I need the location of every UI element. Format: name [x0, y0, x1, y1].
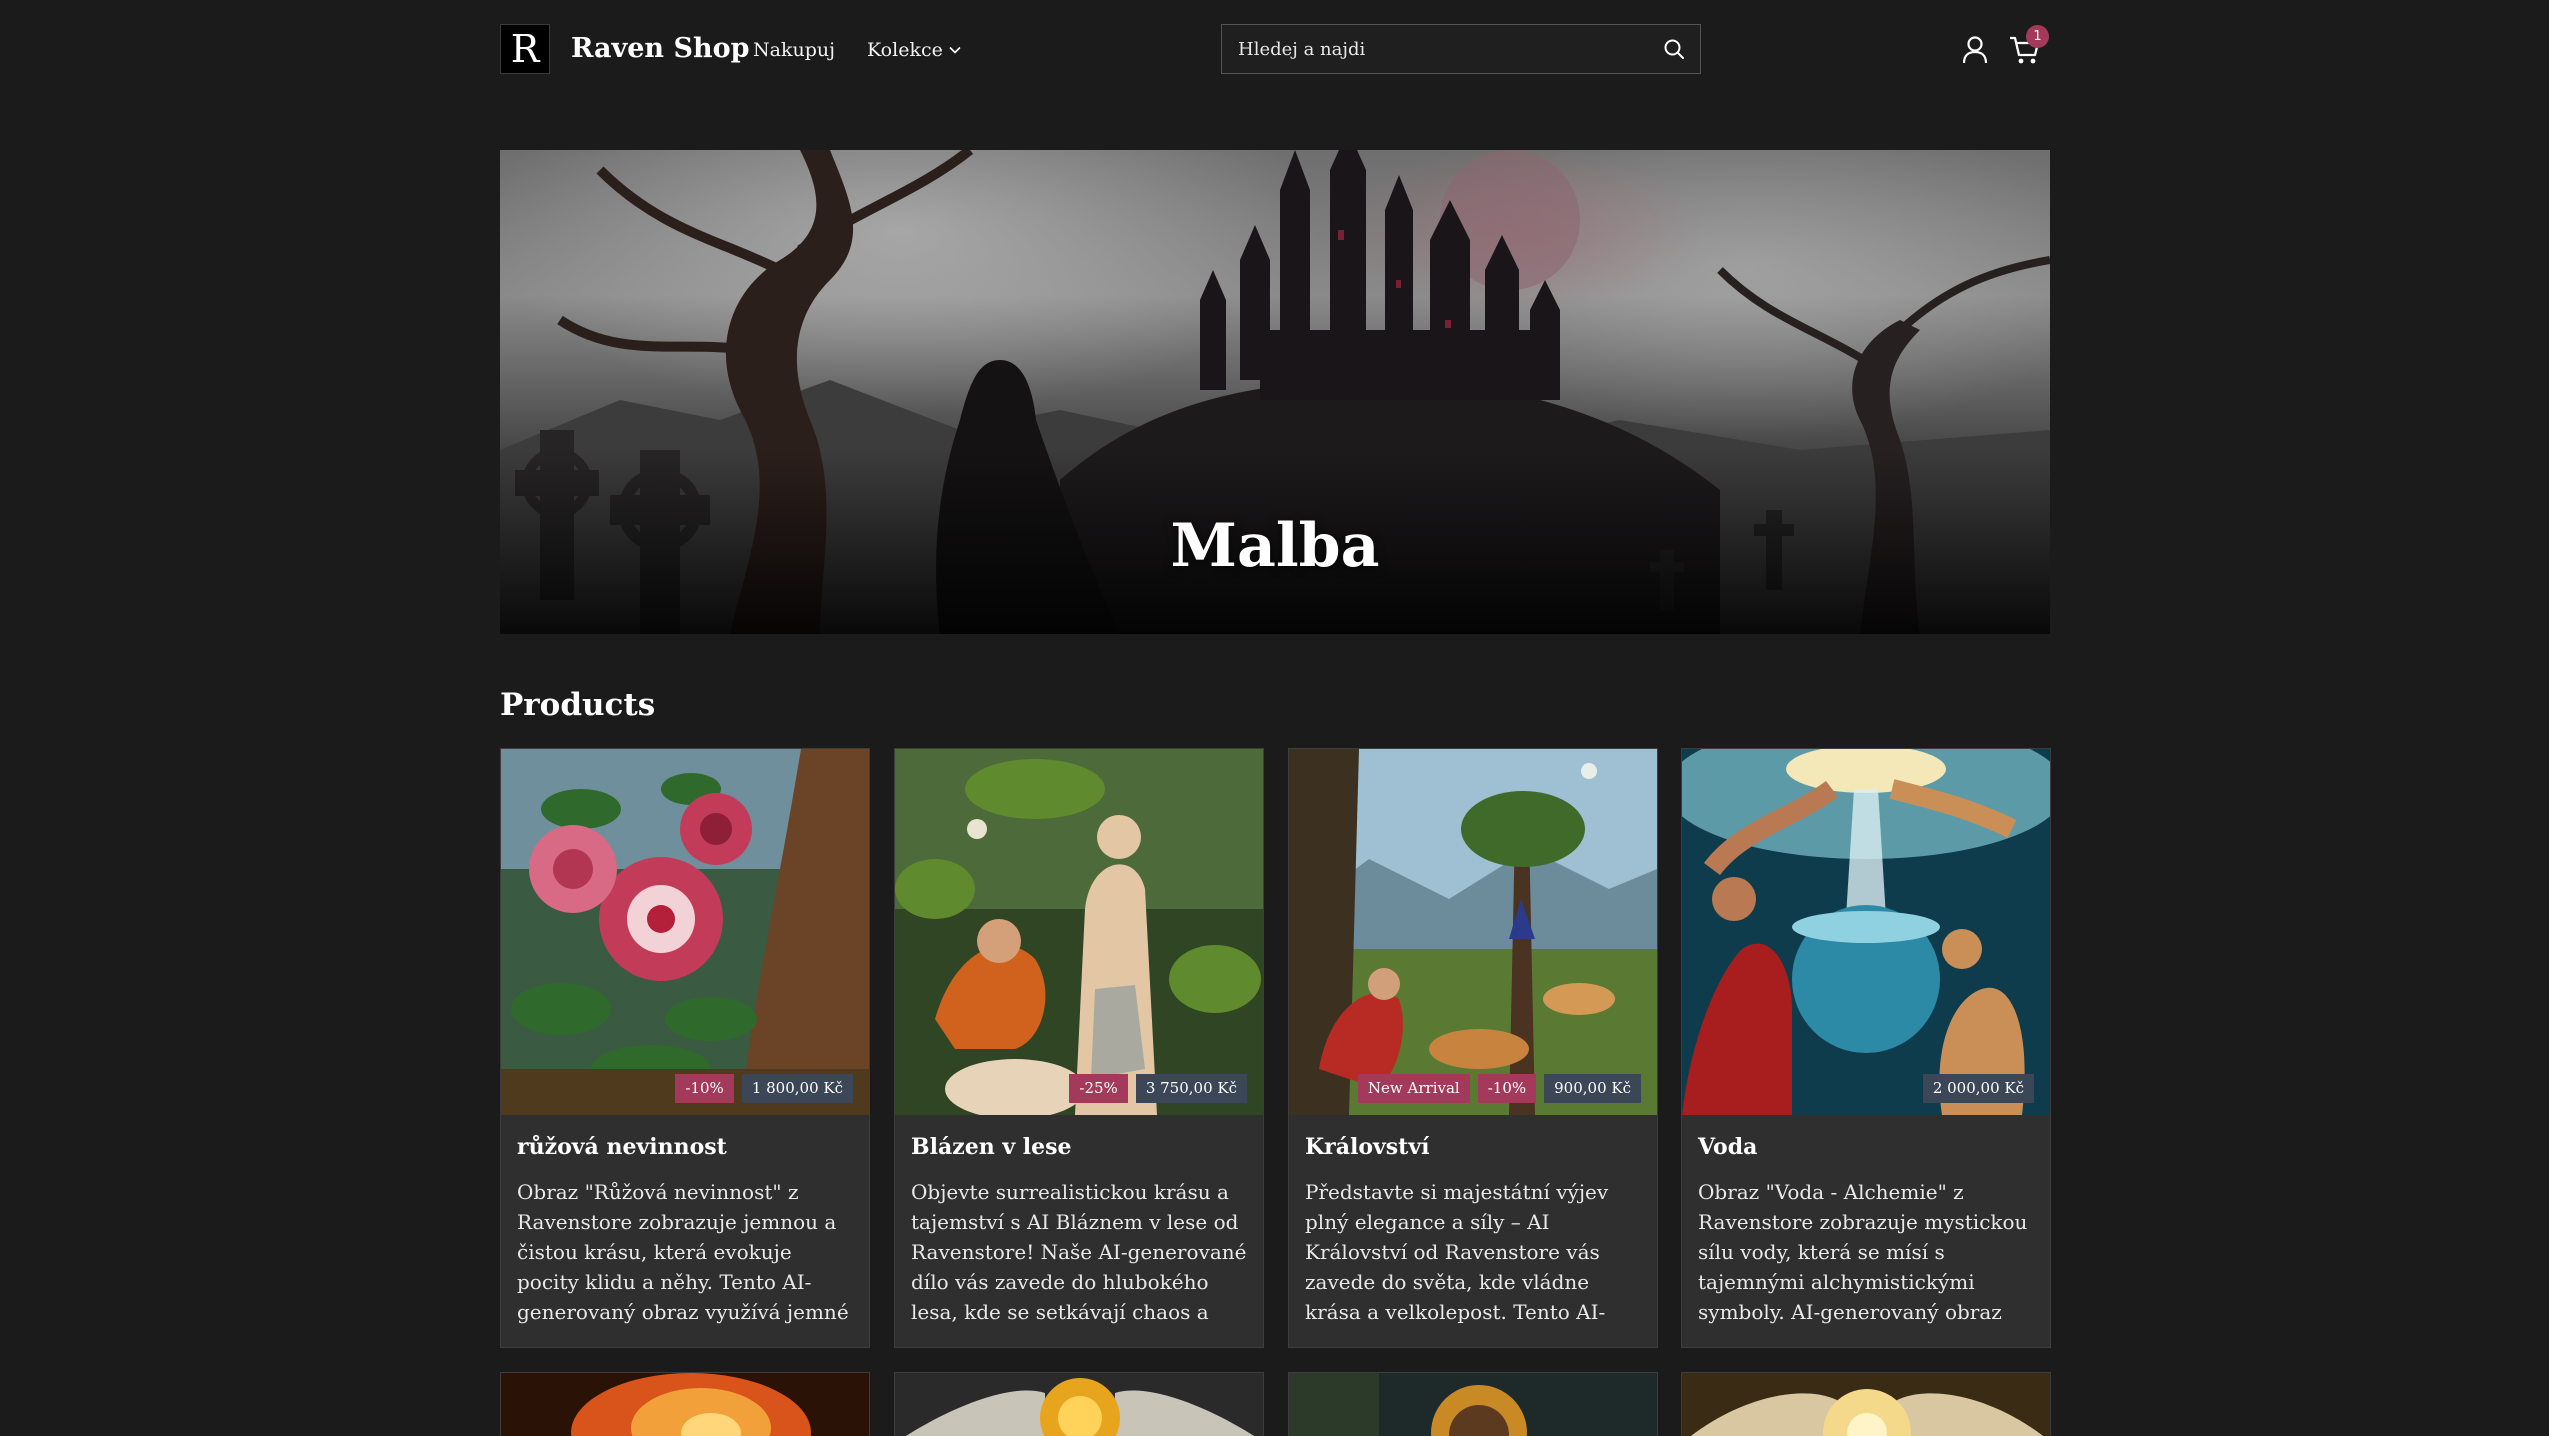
search-icon[interactable] — [1662, 37, 1686, 61]
product-badges: 2 000,00 Kč — [1922, 1074, 2034, 1103]
discount-badge: -10% — [1477, 1074, 1537, 1103]
product-card-partial[interactable] — [500, 1372, 870, 1436]
product-card-partial[interactable] — [1288, 1372, 1658, 1436]
price-badge: 900,00 Kč — [1544, 1074, 1641, 1103]
product-card[interactable]: New Arrival -10% 900,00 Kč Království Př… — [1288, 748, 1658, 1348]
product-image[interactable] — [1289, 1373, 1658, 1436]
cart-count-badge: 1 — [2026, 25, 2049, 48]
product-image[interactable] — [1682, 1373, 2051, 1436]
product-image[interactable]: -10% 1 800,00 Kč — [501, 749, 869, 1115]
nav-collections-label: Kolekce — [867, 39, 943, 61]
chevron-down-icon — [949, 46, 961, 54]
product-description: Objevte surrealistickou krásu a tajemstv… — [911, 1180, 1247, 1324]
search-bar — [1221, 24, 1701, 74]
logo[interactable]: R — [500, 24, 550, 74]
product-image[interactable] — [501, 1373, 870, 1436]
product-badges: -25% 3 750,00 Kč — [1069, 1074, 1247, 1103]
new-arrival-badge: New Arrival — [1357, 1074, 1470, 1103]
products-heading: Products — [500, 687, 656, 723]
product-badges: -10% 1 800,00 Kč — [675, 1074, 853, 1103]
discount-badge: -10% — [675, 1074, 734, 1103]
product-image[interactable] — [895, 1373, 1264, 1436]
collection-title: Malba — [1170, 511, 1380, 581]
product-name[interactable]: Blázen v lese — [911, 1133, 1247, 1161]
site-header: R Raven Shop Nakupuj Kolekce 1 — [0, 0, 2549, 100]
discount-badge: -25% — [1069, 1074, 1128, 1103]
price-badge: 2 000,00 Kč — [1922, 1074, 2034, 1103]
product-image[interactable]: 2 000,00 Kč — [1682, 749, 2050, 1115]
brand-name[interactable]: Raven Shop — [571, 32, 749, 66]
product-name[interactable]: Voda — [1698, 1133, 2034, 1161]
product-card[interactable]: 2 000,00 Kč Voda Obraz "Voda - Alchemie"… — [1681, 748, 2051, 1348]
product-card-partial[interactable] — [894, 1372, 1264, 1436]
nav-collections-dropdown[interactable]: Kolekce — [867, 38, 961, 62]
product-card[interactable]: -25% 3 750,00 Kč Blázen v lese Objevte s… — [894, 748, 1264, 1348]
nav-shop-link[interactable]: Nakupuj — [753, 38, 835, 62]
product-description: Obraz "Růžová nevinnost" z Ravenstore zo… — [517, 1180, 849, 1324]
product-card[interactable]: -10% 1 800,00 Kč růžová nevinnost Obraz … — [500, 748, 870, 1348]
price-badge: 1 800,00 Kč — [741, 1074, 853, 1103]
product-description: Představte si majestátní výjev plný eleg… — [1305, 1180, 1609, 1324]
logo-letter: R — [510, 27, 540, 71]
product-badges: New Arrival -10% 900,00 Kč — [1357, 1074, 1641, 1103]
price-badge: 3 750,00 Kč — [1135, 1074, 1247, 1103]
product-name[interactable]: Království — [1305, 1133, 1641, 1161]
product-image[interactable]: New Arrival -10% 900,00 Kč — [1289, 749, 1657, 1115]
product-card-partial[interactable] — [1681, 1372, 2051, 1436]
product-image[interactable]: -25% 3 750,00 Kč — [895, 749, 1263, 1115]
product-description: Obraz "Voda - Alchemie" z Ravenstore zob… — [1698, 1180, 2028, 1324]
collection-hero-banner: Malba — [500, 150, 2050, 634]
search-input[interactable] — [1238, 38, 1662, 60]
account-icon[interactable] — [1961, 35, 1989, 65]
product-name[interactable]: růžová nevinnost — [517, 1133, 853, 1161]
